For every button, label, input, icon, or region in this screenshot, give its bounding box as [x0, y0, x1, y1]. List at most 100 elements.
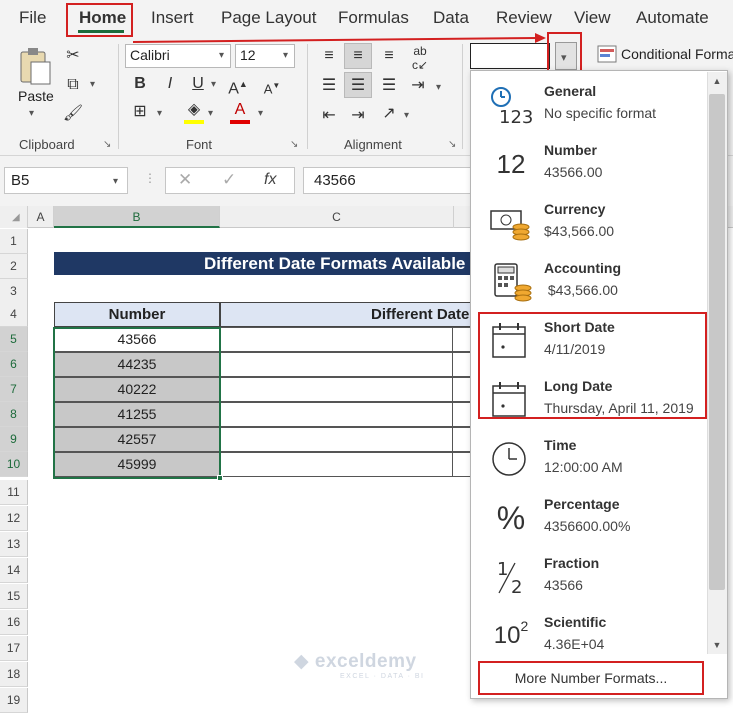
column-header-c[interactable]: C: [220, 206, 454, 228]
row-header[interactable]: 10: [0, 452, 28, 477]
row-header[interactable]: 18: [0, 662, 28, 687]
watermark-logo: ◆ exceldemy: [294, 651, 417, 672]
borders-icon[interactable]: ⊞: [130, 102, 150, 122]
font-color-dropdown-icon[interactable]: ▾: [258, 108, 263, 119]
format-scientific[interactable]: 10 2 Scientific 4.36E+04: [471, 608, 707, 666]
svg-text:1: 1: [497, 559, 508, 580]
fill-handle[interactable]: [217, 475, 223, 481]
row-header[interactable]: 8: [0, 402, 28, 427]
font-color-swatch: [230, 120, 250, 124]
fill-color-dropdown-icon[interactable]: ▾: [208, 108, 213, 119]
scientific-icon: 10 2: [493, 618, 529, 649]
highlight-arrow: [132, 33, 546, 43]
bold-button[interactable]: B: [130, 74, 150, 94]
row-header[interactable]: 1: [0, 229, 28, 254]
decrease-indent-icon[interactable]: ⇤: [318, 106, 340, 126]
row-header[interactable]: 15: [0, 584, 28, 609]
column-header-a[interactable]: A: [28, 206, 54, 228]
table-cell-empty[interactable]: [220, 377, 474, 402]
select-all-icon: ◢: [12, 212, 20, 223]
row-header[interactable]: 14: [0, 558, 28, 583]
underline-button[interactable]: U: [188, 74, 208, 94]
column-header-b[interactable]: B: [54, 206, 220, 228]
format-name: Fraction: [544, 555, 600, 571]
scrollbar-thumb[interactable]: [709, 94, 725, 590]
enter-icon[interactable]: ✓: [222, 170, 236, 190]
paste-dropdown-icon[interactable]: ▾: [29, 108, 34, 119]
italic-button[interactable]: I: [160, 74, 180, 94]
watermark-icon: ◆: [294, 651, 315, 672]
borders-dropdown-icon[interactable]: ▾: [157, 108, 162, 119]
table-cell-empty[interactable]: [220, 327, 474, 352]
grow-font-icon[interactable]: A▲: [228, 74, 248, 99]
fill-color-icon[interactable]: ◈: [184, 100, 204, 120]
format-sample: 12:00:00 AM: [544, 459, 623, 475]
table-cell-empty[interactable]: [220, 402, 474, 427]
row-header[interactable]: 16: [0, 610, 28, 635]
align-left-icon[interactable]: ☰: [318, 76, 340, 96]
chevron-down-icon[interactable]: ▾: [113, 176, 118, 187]
format-name: Currency: [544, 201, 606, 217]
alignment-launcher-icon[interactable]: ↘: [448, 139, 456, 150]
font-color-icon[interactable]: A: [230, 100, 250, 120]
name-box[interactable]: B5: [4, 167, 128, 194]
format-time[interactable]: Time 12:00:00 AM: [471, 431, 707, 489]
format-sample: $43,566.00: [544, 223, 615, 239]
orientation-icon[interactable]: ↗: [378, 104, 400, 124]
format-fraction[interactable]: 1 2 Fraction 43566: [471, 549, 707, 607]
insert-function-icon[interactable]: fx: [264, 171, 276, 189]
format-sample: 4.36E+04: [544, 636, 605, 652]
copy-dropdown-icon[interactable]: ▾: [90, 79, 95, 90]
more-number-formats-button[interactable]: More Number Formats...: [478, 661, 704, 695]
number-12-icon: 12: [496, 148, 526, 179]
clipboard-launcher-icon[interactable]: ↘: [103, 139, 111, 150]
format-number[interactable]: 12 Number 43566.00: [471, 136, 707, 194]
table-cell-empty[interactable]: [220, 452, 474, 477]
more-icon: ⋮: [144, 171, 156, 185]
row-header[interactable]: 2: [0, 254, 28, 279]
row-header[interactable]: 5: [0, 327, 28, 352]
table-cell-empty[interactable]: [220, 427, 474, 452]
format-name: Percentage: [544, 496, 620, 512]
format-sample: 4356600.00%: [544, 518, 631, 534]
header-different-formats[interactable]: Different Date Formats: [220, 302, 474, 327]
clock-123-icon: 123: [489, 85, 533, 125]
format-name: Time: [544, 437, 577, 453]
row-header[interactable]: 12: [0, 506, 28, 531]
format-general[interactable]: 123 General No specific format: [471, 77, 707, 135]
format-percentage[interactable]: % Percentage 4356600.00%: [471, 490, 707, 548]
sheet-title: Different Date Formats Available: [54, 252, 474, 275]
orientation-dropdown-icon[interactable]: ▾: [404, 110, 409, 121]
table-cell-empty[interactable]: [220, 352, 474, 377]
wrap-text-icon[interactable]: ⇥: [407, 76, 429, 96]
row-header[interactable]: 9: [0, 427, 28, 452]
row-header[interactable]: 17: [0, 636, 28, 661]
underline-dropdown-icon[interactable]: ▾: [211, 79, 216, 90]
font-launcher-icon[interactable]: ↘: [290, 139, 298, 150]
header-number[interactable]: Number: [54, 302, 220, 327]
currency-icon: [489, 203, 533, 243]
format-painter-icon[interactable]: 🖌: [62, 104, 84, 124]
general-glyph: 123: [499, 107, 533, 125]
row-header[interactable]: 11: [0, 480, 28, 505]
cancel-icon[interactable]: ✕: [178, 170, 192, 190]
merge-dropdown-icon[interactable]: ▾: [436, 82, 441, 93]
alignment-group-label: Alignment: [344, 137, 402, 152]
shrink-font-icon[interactable]: A▼: [262, 76, 282, 99]
row-header[interactable]: 19: [0, 688, 28, 713]
row-header[interactable]: 13: [0, 532, 28, 557]
accounting-icon: [489, 262, 533, 302]
paste-label[interactable]: Paste: [18, 88, 54, 104]
row-header[interactable]: 7: [0, 377, 28, 402]
svg-text:2: 2: [511, 577, 522, 597]
copy-icon[interactable]: ⧉: [62, 75, 84, 95]
row-header[interactable]: 6: [0, 352, 28, 377]
row-header[interactable]: 3: [0, 279, 28, 304]
scroll-down-icon[interactable]: ▼: [707, 636, 727, 654]
format-currency[interactable]: Currency $43,566.00: [471, 195, 707, 253]
scroll-up-icon[interactable]: ▲: [707, 72, 727, 90]
increase-indent-icon[interactable]: ⇥: [347, 106, 369, 126]
align-right-icon[interactable]: ☰: [378, 76, 400, 96]
format-accounting[interactable]: Accounting $43,566.00: [471, 254, 707, 312]
row-header[interactable]: 4: [0, 302, 28, 327]
